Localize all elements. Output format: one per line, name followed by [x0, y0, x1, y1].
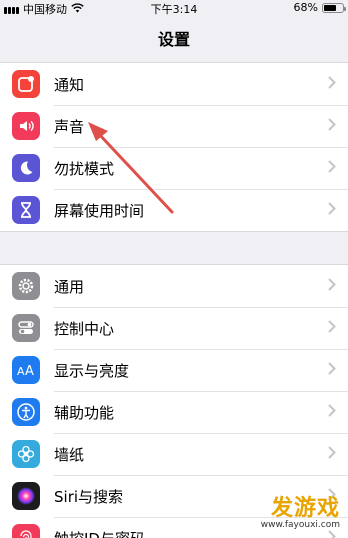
fingerprint-icon	[12, 524, 40, 538]
settings-row-gear[interactable]: 通用	[0, 265, 348, 307]
hourglass-icon	[12, 196, 40, 224]
settings-row-text-size[interactable]: A A 显示与亮度	[0, 349, 348, 391]
siri-icon	[12, 482, 40, 510]
row-label: 墙纸	[54, 445, 85, 464]
chevron-right-icon	[328, 529, 336, 538]
status-right: 68%	[293, 1, 346, 14]
status-bar: 中国移动 下午3:14 68%	[0, 0, 348, 16]
toggles-icon	[12, 314, 40, 342]
settings-row-hourglass[interactable]: 屏幕使用时间	[0, 189, 348, 231]
notification-icon	[12, 70, 40, 98]
row-label: 屏幕使用时间	[54, 201, 145, 220]
nav-bar: 设置	[0, 16, 348, 60]
row-label: 显示与亮度	[54, 361, 130, 380]
battery-percent: 68%	[293, 1, 318, 14]
row-label: 通知	[54, 75, 85, 94]
chevron-right-icon	[328, 277, 336, 295]
svg-text:A: A	[17, 365, 25, 378]
accessibility-icon	[12, 398, 40, 426]
settings-row-sound[interactable]: 声音	[0, 105, 348, 147]
moon-icon	[12, 154, 40, 182]
watermark-url: www.fayouxi.com	[260, 520, 340, 530]
settings-row-flower[interactable]: 墙纸	[0, 433, 348, 475]
svg-text:A: A	[25, 364, 34, 379]
battery-icon	[322, 2, 346, 13]
chevron-right-icon	[328, 361, 336, 379]
chevron-right-icon	[328, 403, 336, 421]
settings-row-accessibility[interactable]: 辅助功能	[0, 391, 348, 433]
chevron-right-icon	[328, 75, 336, 93]
watermark: 发游戏 www.fayouxi.com	[261, 490, 340, 530]
chevron-right-icon	[328, 117, 336, 135]
settings-row-toggles[interactable]: 控制中心	[0, 307, 348, 349]
chevron-right-icon	[328, 445, 336, 463]
settings-row-moon[interactable]: 勿扰模式	[0, 147, 348, 189]
text-size-icon: AA	[12, 356, 40, 384]
watermark-title: 发游戏	[270, 496, 340, 521]
chevron-right-icon	[328, 159, 336, 177]
settings-row-notification[interactable]: 通知	[0, 63, 348, 105]
settings-group-1: 通知声音勿扰模式屏幕使用时间	[0, 62, 348, 232]
page-title: 设置	[157, 30, 190, 49]
row-label: 辅助功能	[54, 403, 115, 422]
row-label: 勿扰模式	[54, 159, 115, 178]
flower-icon	[12, 440, 40, 468]
row-label: 声音	[54, 117, 85, 136]
chevron-right-icon	[328, 201, 336, 219]
sound-icon	[12, 112, 40, 140]
row-label: 控制中心	[54, 319, 115, 338]
gear-icon	[12, 272, 40, 300]
row-label: 通用	[54, 277, 85, 296]
chevron-right-icon	[328, 319, 336, 337]
